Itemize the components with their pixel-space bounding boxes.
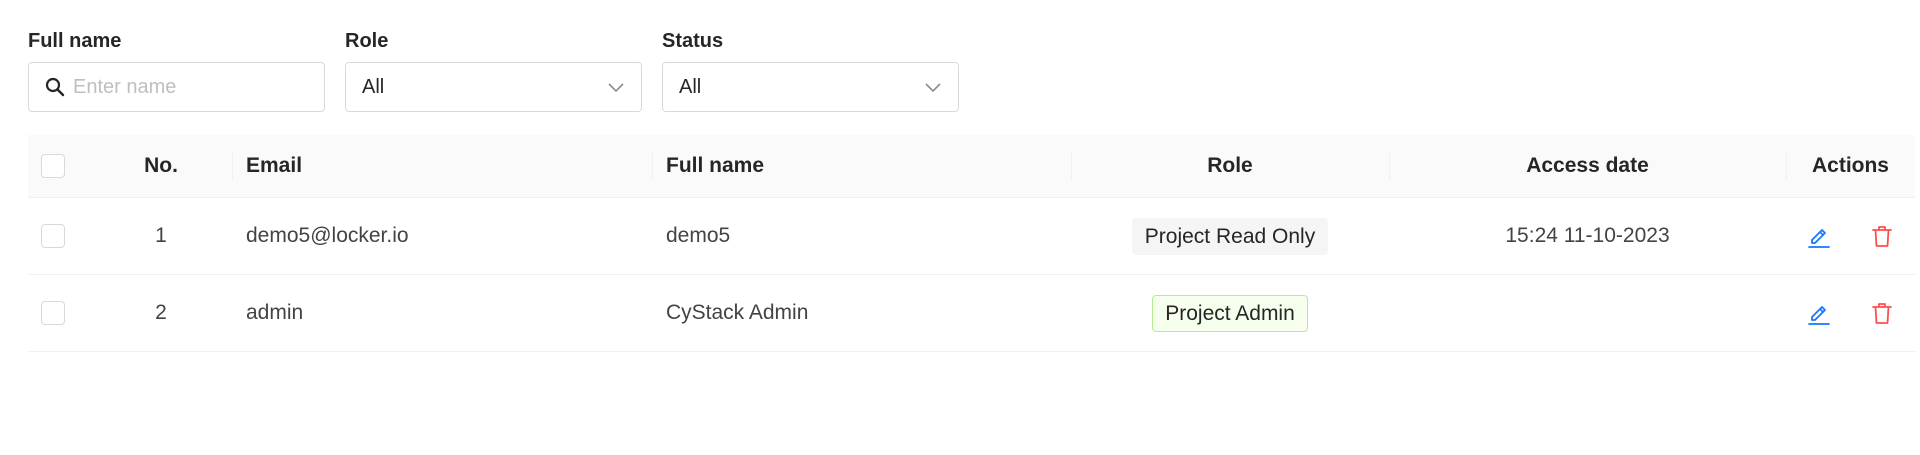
row-email: admin <box>246 301 304 324</box>
row-full-name: demo5 <box>666 224 731 247</box>
status-filter-label: Status <box>662 30 724 52</box>
role-tag: Project Admin <box>1152 294 1308 332</box>
status-filter: Status All <box>662 28 959 112</box>
full-name-search-field[interactable] <box>28 62 325 112</box>
header-actions: Actions <box>1786 135 1915 197</box>
full-name-search-input[interactable] <box>73 75 308 99</box>
full-name-filter-label: Full name <box>28 30 122 52</box>
edit-icon[interactable] <box>1805 222 1833 250</box>
role-filter: Role All <box>345 28 642 112</box>
edit-icon[interactable] <box>1805 299 1833 327</box>
select-all-cell <box>28 135 90 197</box>
role-select-value: All <box>362 75 385 98</box>
row-select-cell <box>28 275 90 351</box>
members-table: No. Email Full name Role Access date Act… <box>28 135 1915 352</box>
row-full-name: CyStack Admin <box>666 301 809 324</box>
row-access-date: 15:24 11-10-2023 <box>1505 224 1670 247</box>
full-name-filter: Full name <box>28 28 325 112</box>
row-actions <box>1786 198 1915 274</box>
trash-icon[interactable] <box>1868 299 1896 327</box>
role-tag: Project Read Only <box>1131 217 1329 255</box>
table-row: 2 admin CyStack Admin Project Admin <box>28 275 1915 352</box>
trash-icon[interactable] <box>1868 222 1896 250</box>
row-email: demo5@locker.io <box>246 224 409 247</box>
row-no: 1 <box>155 224 167 247</box>
row-checkbox[interactable] <box>41 224 65 248</box>
chevron-down-icon <box>924 78 942 96</box>
row-select-cell <box>28 198 90 274</box>
filter-bar: Full name Role All Status All <box>28 28 959 112</box>
role-select[interactable]: All <box>345 62 642 112</box>
header-full-name: Full name <box>652 135 1071 197</box>
header-no: No. <box>144 154 178 177</box>
header-access-date: Access date <box>1389 135 1786 197</box>
select-all-checkbox[interactable] <box>41 154 65 178</box>
search-icon <box>45 76 65 98</box>
row-actions <box>1786 275 1915 351</box>
header-email: Email <box>232 135 652 197</box>
table-header: No. Email Full name Role Access date Act… <box>28 135 1915 198</box>
status-select-value: All <box>679 75 702 98</box>
header-role: Role <box>1071 135 1389 197</box>
row-role-cell: Project Admin <box>1071 275 1389 351</box>
status-select[interactable]: All <box>662 62 959 112</box>
chevron-down-icon <box>607 78 625 96</box>
row-role-cell: Project Read Only <box>1071 198 1389 274</box>
row-no: 2 <box>155 301 167 324</box>
table-row: 1 demo5@locker.io demo5 Project Read Onl… <box>28 198 1915 275</box>
role-filter-label: Role <box>345 30 389 52</box>
row-checkbox[interactable] <box>41 301 65 325</box>
row-access-date <box>1389 275 1786 351</box>
